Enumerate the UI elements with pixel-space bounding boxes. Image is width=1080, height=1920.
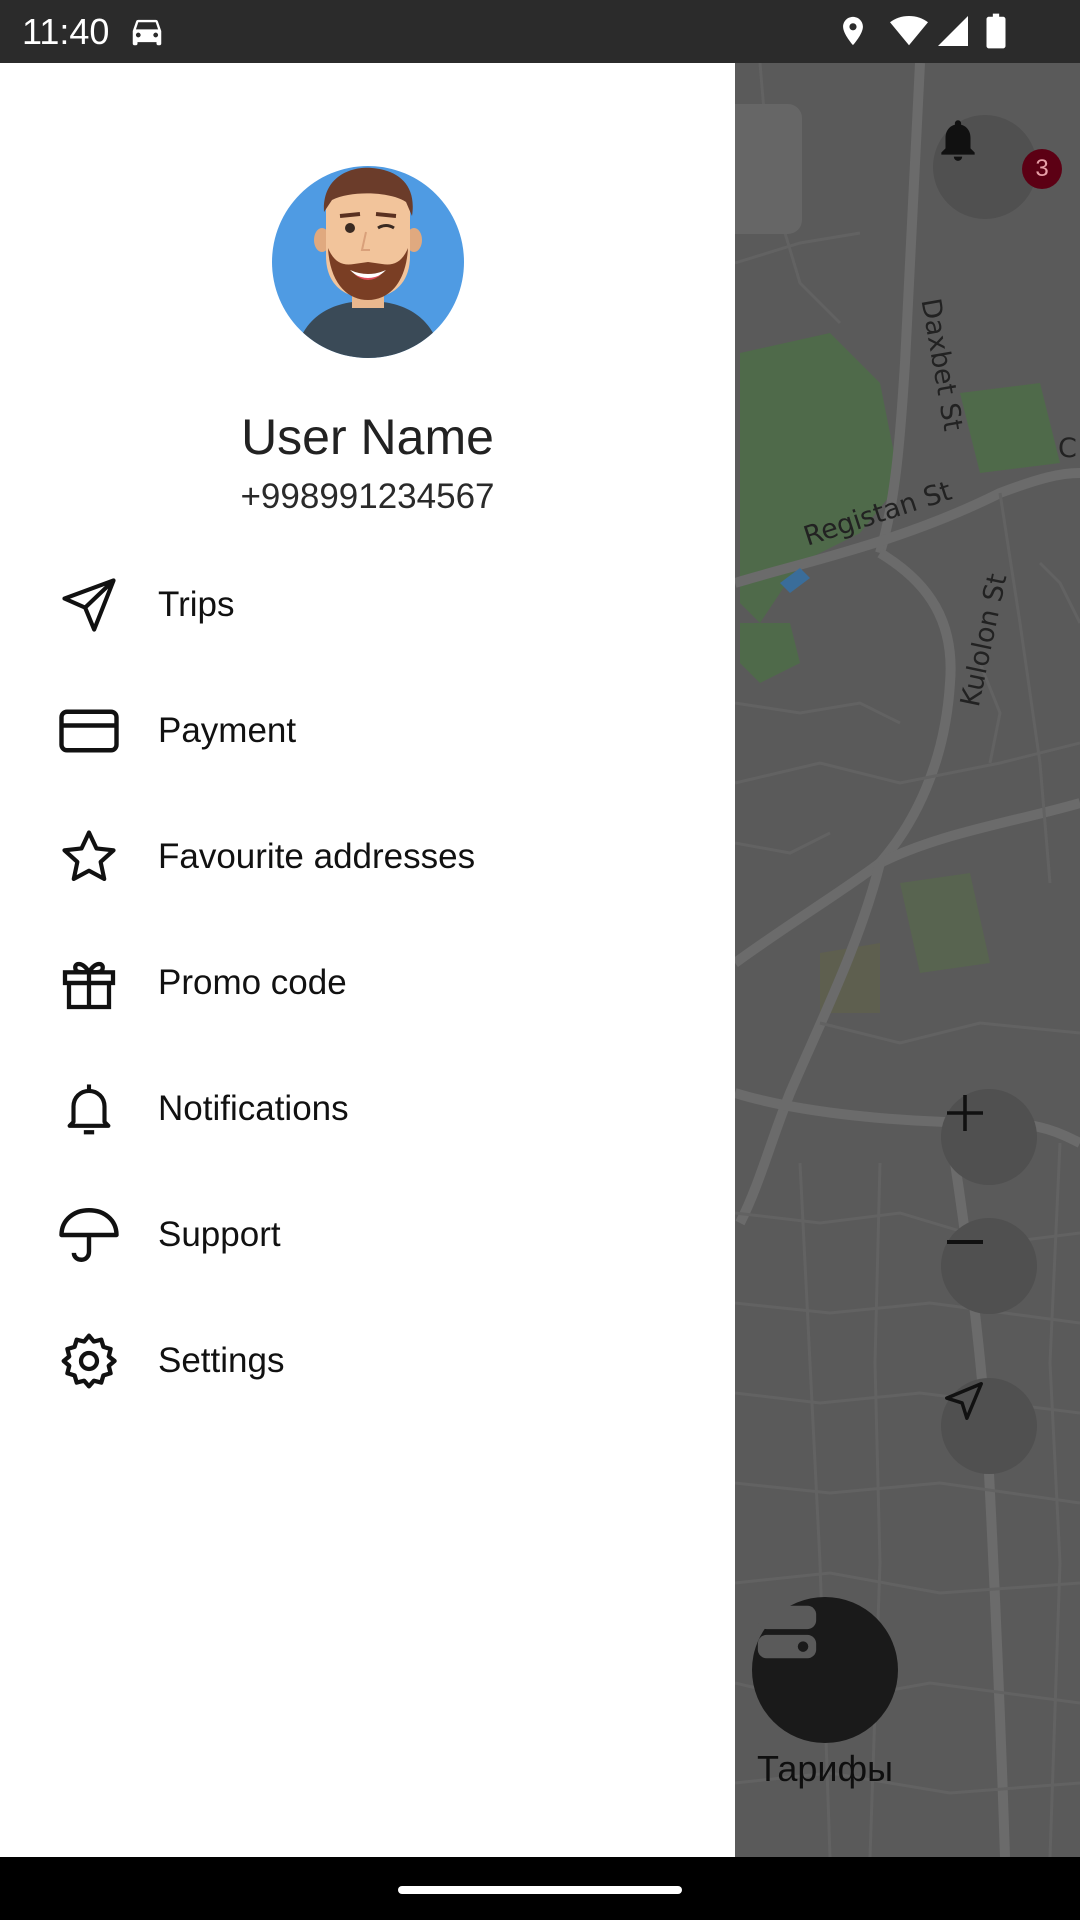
- map-search-panel[interactable]: [735, 104, 802, 234]
- send-icon: [56, 572, 122, 638]
- street-label-c: C: [1058, 433, 1077, 464]
- minus-icon: [947, 1240, 983, 1244]
- signal-icon: [935, 12, 971, 55]
- system-navigation-bar: [0, 1857, 1080, 1920]
- menu-item-label: Trips: [158, 585, 235, 624]
- menu-item-label: Support: [158, 1215, 281, 1254]
- menu-item-label: Payment: [158, 711, 297, 750]
- status-bar: 11:40: [0, 0, 1080, 63]
- battery-icon: [984, 12, 1008, 55]
- menu-item-label: Notifications: [158, 1089, 349, 1128]
- location-icon: [836, 12, 870, 55]
- user-name: User Name: [241, 409, 494, 465]
- menu-item-support[interactable]: Support: [0, 1183, 735, 1287]
- menu-item-notifications[interactable]: Notifications: [0, 1057, 735, 1161]
- car-icon: [128, 12, 166, 55]
- wifi-icon: [889, 12, 929, 55]
- plus-icon: [947, 1095, 983, 1131]
- menu-item-trips[interactable]: Trips: [0, 553, 735, 657]
- menu-item-favourite-addresses[interactable]: Favourite addresses: [0, 805, 735, 909]
- tariffs-icon: [757, 1605, 817, 1659]
- settings-icon: [56, 1328, 122, 1394]
- menu-item-label: Settings: [158, 1341, 285, 1380]
- avatar[interactable]: [272, 166, 464, 358]
- menu-item-label: Promo code: [158, 963, 347, 1002]
- tariffs-button[interactable]: [752, 1597, 898, 1743]
- credit-card-icon: [56, 698, 122, 764]
- navigation-arrow-icon: [945, 1382, 983, 1420]
- notification-count-badge: 3: [1022, 149, 1062, 189]
- bell-icon: [56, 1076, 122, 1142]
- menu-item-payment[interactable]: Payment: [0, 679, 735, 783]
- user-phone: +998991234567: [240, 477, 495, 516]
- tariffs-label: Тарифы: [756, 1748, 894, 1789]
- home-indicator[interactable]: [398, 1886, 682, 1894]
- menu-item-settings[interactable]: Settings: [0, 1309, 735, 1413]
- status-time: 11:40: [22, 11, 110, 52]
- menu-item-label: Favourite addresses: [158, 837, 476, 876]
- umbrella-icon: [56, 1202, 122, 1268]
- zoom-in-button[interactable]: [941, 1089, 1037, 1185]
- star-icon: [56, 824, 122, 890]
- menu-item-promo-code[interactable]: Promo code: [0, 931, 735, 1035]
- gift-icon: [56, 950, 122, 1016]
- bell-icon: [941, 120, 975, 161]
- my-location-button[interactable]: [941, 1378, 1037, 1474]
- navigation-drawer: User Name +998991234567 Trips Payment Fa…: [0, 63, 735, 1857]
- zoom-out-button[interactable]: [941, 1218, 1037, 1314]
